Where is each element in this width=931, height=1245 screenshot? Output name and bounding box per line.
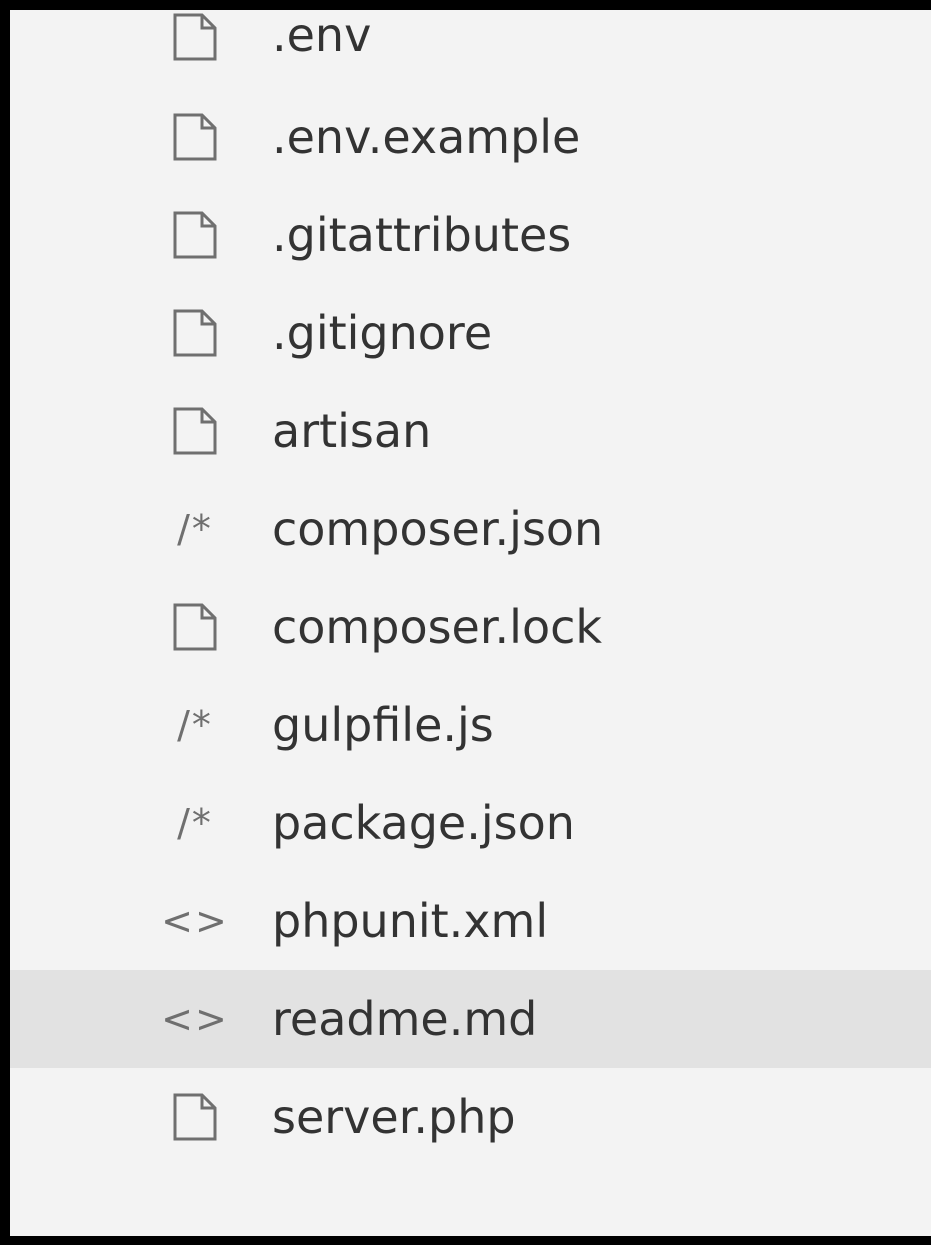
js-icon: /* [163,698,227,752]
file-name: phpunit.xml [272,894,549,948]
markup-glyph: <> [161,997,229,1041]
file-name: artisan [272,404,432,458]
markup-icon: <> [161,894,229,948]
file-row-artisan[interactable]: artisan [10,382,931,480]
file-icon [163,306,227,360]
file-name: package.json [272,796,575,850]
file-row-gulpfile-js[interactable]: /* gulpfile.js [10,676,931,774]
file-icon [163,110,227,164]
file-name: .gitattributes [272,208,572,262]
file-icon [163,600,227,654]
comment-glyph: /* [177,507,213,551]
markup-icon: <> [161,992,229,1046]
file-name: gulpfile.js [272,698,494,752]
file-icon [163,1090,227,1144]
comment-glyph: /* [177,801,213,845]
file-row-gitignore[interactable]: .gitignore [10,284,931,382]
file-name: server.php [272,1090,516,1144]
file-name: .gitignore [272,306,493,360]
json-icon: /* [163,796,227,850]
file-row-readme-md[interactable]: <> readme.md [10,970,931,1068]
comment-glyph: /* [177,703,213,747]
file-name: .env [272,8,372,62]
file-name: readme.md [272,992,538,1046]
file-icon [163,404,227,458]
file-row-composer-json[interactable]: /* composer.json [10,480,931,578]
file-row-package-json[interactable]: /* package.json [10,774,931,872]
file-row-server-php[interactable]: server.php [10,1068,931,1166]
file-list: .env .env.example .gitattributes .gitign… [10,8,931,1166]
file-name: composer.json [272,502,604,556]
file-icon [163,10,227,64]
file-name: composer.lock [272,600,603,654]
file-explorer-panel: .env .env.example .gitattributes .gitign… [10,8,931,1236]
file-row-env-example[interactable]: .env.example [10,88,931,186]
file-row-env[interactable]: .env [10,8,931,88]
file-row-gitattributes[interactable]: .gitattributes [10,186,931,284]
file-icon [163,208,227,262]
file-name: .env.example [272,110,581,164]
file-row-phpunit-xml[interactable]: <> phpunit.xml [10,872,931,970]
json-icon: /* [163,502,227,556]
file-row-composer-lock[interactable]: composer.lock [10,578,931,676]
window-frame: .env .env.example .gitattributes .gitign… [10,8,931,1236]
markup-glyph: <> [161,899,229,943]
